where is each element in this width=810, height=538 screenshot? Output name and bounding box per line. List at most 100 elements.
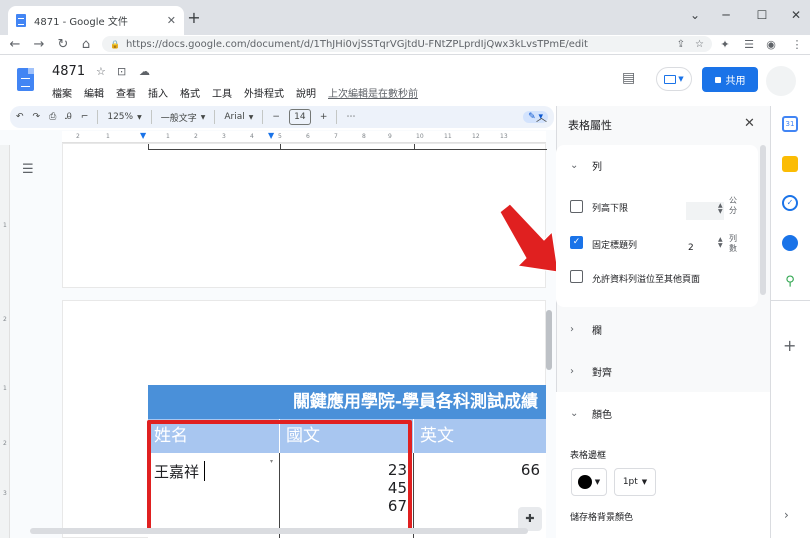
maximize-button[interactable]: ☐ — [750, 5, 774, 25]
chevron-down-icon: ⌄ — [570, 408, 579, 419]
bookmark-star-icon[interactable]: ☆ — [695, 39, 704, 50]
tasks-icon[interactable]: ✓ — [782, 195, 798, 211]
spinner-icon[interactable]: ▲ ▼ — [718, 237, 723, 249]
close-icon[interactable]: ✕ — [744, 116, 755, 131]
pin-header-checkbox[interactable]: ✓ — [570, 236, 583, 249]
back-button[interactable]: ← — [6, 35, 24, 55]
chevron-right-icon: › — [570, 324, 574, 335]
spellcheck-icon[interactable]: Ꭿ — [65, 112, 72, 122]
add-addon-icon[interactable]: + — [783, 336, 796, 355]
share-button[interactable]: 共用 — [702, 67, 758, 92]
chevron-right-icon: › — [570, 366, 574, 377]
close-tab-icon[interactable]: ✕ — [167, 14, 176, 27]
left-indent-marker[interactable]: ▼ — [140, 131, 146, 140]
keep-icon[interactable] — [782, 156, 798, 172]
ruler-tick: 4 — [250, 133, 254, 140]
more-options-icon[interactable]: ⋯ — [346, 112, 355, 122]
style-select[interactable]: 一般文字 ▼ — [161, 111, 206, 124]
menu-tools[interactable]: 工具 — [212, 85, 232, 100]
outline-icon[interactable]: ☰ — [22, 162, 34, 177]
menu-insert[interactable]: 插入 — [148, 85, 168, 100]
ruler-tick: 11 — [444, 133, 452, 140]
font-size-input[interactable]: 14 — [288, 109, 311, 125]
contacts-icon[interactable] — [782, 235, 798, 251]
browser-tab[interactable]: 4871 - Google 文件 ✕ — [8, 6, 184, 35]
calendar-icon[interactable]: 31 — [782, 116, 798, 132]
style-value: 一般文字 — [160, 113, 197, 124]
present-button[interactable]: ▼ — [656, 67, 692, 91]
url-text: https://docs.google.com/document/d/1ThJH… — [125, 38, 588, 50]
comment-history-icon[interactable]: ▤ — [622, 70, 635, 86]
ruler-tick: 3 — [222, 133, 226, 140]
menu-view[interactable]: 查看 — [116, 85, 136, 100]
vruler-tick: 2 — [3, 316, 7, 323]
panel-scrollbar[interactable] — [760, 145, 766, 295]
undo-icon[interactable]: ↶ — [16, 112, 24, 122]
move-folder-icon[interactable]: ⊡ — [117, 65, 126, 78]
reload-button[interactable]: ↻ — [54, 35, 72, 55]
alignment-section-header[interactable]: › 對齊 — [570, 364, 612, 379]
star-icon[interactable]: ☆ — [96, 65, 106, 78]
font-select[interactable]: Arial ▼ — [224, 112, 253, 122]
table-divider — [280, 144, 281, 150]
zoom-value: 125% — [107, 112, 134, 122]
toolbar-divider — [262, 110, 264, 124]
docs-logo-icon[interactable] — [17, 68, 34, 91]
reading-list-icon[interactable]: ☰ — [740, 36, 758, 54]
menu-format[interactable]: 格式 — [180, 85, 200, 100]
column-section-header[interactable]: › 欄 — [570, 322, 602, 337]
profile-icon[interactable]: ◉ — [762, 36, 780, 54]
forward-button[interactable]: → — [30, 35, 48, 55]
chevron-down-icon: ⌄ — [570, 160, 579, 171]
document-title[interactable]: 4871 — [52, 64, 85, 79]
browser-menu-icon[interactable]: ⋮ — [788, 36, 806, 54]
maps-icon[interactable]: ⚲ — [782, 274, 798, 290]
avatar[interactable] — [766, 66, 796, 96]
border-color-picker[interactable]: ▼ — [571, 468, 607, 496]
font-value: Arial — [224, 112, 245, 122]
zoom-select[interactable]: 125% ▼ — [107, 112, 141, 122]
menu-addons[interactable]: 外掛程式 — [244, 85, 284, 100]
chevron-right-icon[interactable]: › — [784, 508, 789, 522]
ruler-tick: 1 — [106, 133, 110, 140]
paint-format-icon[interactable]: ⌐ — [81, 112, 89, 122]
min-row-height-checkbox[interactable] — [570, 200, 583, 213]
overflow-label: 允許資料列溢位至其他頁面 — [592, 275, 701, 285]
row-section-header[interactable]: ⌄ 列 — [570, 158, 602, 173]
redo-icon[interactable]: ↷ — [33, 112, 41, 122]
header-english[interactable]: 英文 — [414, 419, 546, 453]
table-title[interactable]: 關鍵應用學院-學員各科測試成績 — [148, 385, 546, 419]
column-marker[interactable]: ▼ — [268, 131, 274, 140]
last-edit-link[interactable]: 上次編輯是在數秒前 — [328, 85, 418, 100]
extensions-icon[interactable]: ✦ — [716, 36, 734, 54]
toolbar-divider — [214, 110, 216, 124]
color-section-label: 顏色 — [592, 410, 612, 421]
ruler-tick: 13 — [500, 133, 508, 140]
close-window-button[interactable]: ✕ — [784, 5, 808, 25]
share-page-icon[interactable]: ⇪ — [677, 39, 685, 50]
menu-file[interactable]: 檔案 — [52, 85, 72, 100]
print-icon[interactable]: ⎙ — [49, 112, 56, 122]
chevron-up-icon[interactable]: ︿ — [536, 109, 547, 125]
menu-help[interactable]: 說明 — [296, 85, 316, 100]
minimize-button[interactable]: ─ — [714, 5, 738, 25]
decrease-font-icon[interactable]: − — [272, 112, 280, 122]
color-section-header[interactable]: ⌄ 顏色 — [570, 406, 612, 421]
vertical-ruler[interactable] — [0, 145, 10, 538]
tab-search-icon[interactable]: ⌄ — [683, 5, 707, 25]
chevron-down-icon: ▼ — [641, 478, 648, 486]
vertical-scrollbar[interactable] — [546, 310, 552, 370]
table-divider — [414, 144, 415, 150]
toolbar-divider — [336, 110, 338, 124]
menu-edit[interactable]: 編輯 — [84, 85, 104, 100]
vruler-tick: 1 — [3, 385, 7, 392]
overflow-checkbox[interactable] — [570, 270, 583, 283]
alignment-section-label: 對齊 — [592, 368, 612, 379]
new-tab-button[interactable]: + — [184, 8, 204, 28]
increase-font-icon[interactable]: + — [320, 112, 328, 122]
url-input[interactable]: 🔒 https://docs.google.com/document/d/1Th… — [102, 36, 712, 52]
min-row-height-label: 列高下限 — [592, 204, 629, 214]
home-button[interactable]: ⌂ — [77, 35, 95, 55]
horizontal-scrollbar[interactable] — [30, 528, 528, 534]
border-width-select[interactable]: 1pt ▼ — [614, 468, 656, 496]
